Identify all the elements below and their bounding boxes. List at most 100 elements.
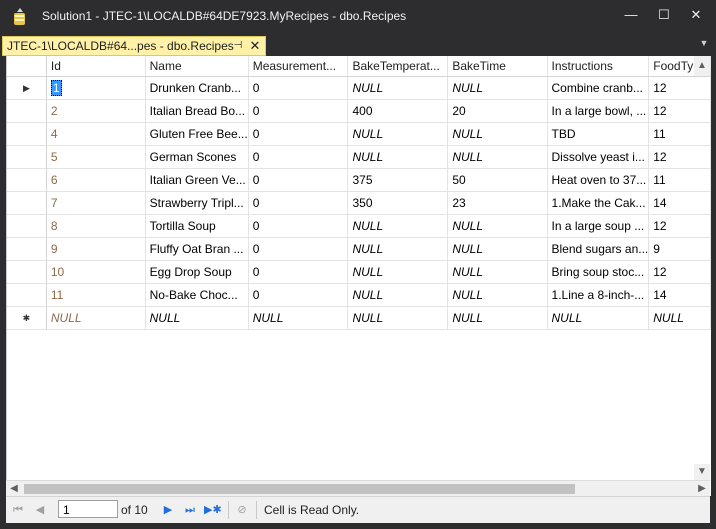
table-row[interactable]: ✱ NULL NULL NULL NULL NULL NULL NULL bbox=[7, 306, 711, 330]
cell-foodtypeid[interactable]: 11 bbox=[648, 122, 711, 146]
scrollbar-thumb[interactable] bbox=[24, 484, 575, 494]
cell-measurement[interactable]: 0 bbox=[248, 260, 349, 284]
cell-name[interactable]: No-Bake Choc... bbox=[145, 283, 249, 307]
row-selector[interactable] bbox=[7, 191, 47, 215]
cell-measurement[interactable]: 0 bbox=[248, 99, 349, 123]
new-row-marker[interactable]: ✱ bbox=[7, 306, 47, 330]
cell-measurement[interactable]: 0 bbox=[248, 214, 349, 238]
cell-instructions[interactable]: Blend sugars an... bbox=[547, 237, 650, 261]
cell-baketime[interactable]: 50 bbox=[447, 168, 548, 192]
cell-instructions[interactable]: 1.Make the Cak... bbox=[547, 191, 650, 215]
cell-instructions[interactable]: TBD bbox=[547, 122, 650, 146]
cell-measurement[interactable]: NULL bbox=[248, 306, 349, 330]
last-record-icon[interactable]: ⏭ bbox=[182, 502, 198, 518]
scroll-down-icon[interactable]: ▼ bbox=[694, 464, 710, 480]
column-header-id[interactable]: Id bbox=[46, 56, 146, 77]
cell-baketime[interactable]: NULL bbox=[447, 283, 548, 307]
column-header-name[interactable]: Name bbox=[145, 56, 249, 77]
cell-name[interactable]: NULL bbox=[145, 306, 249, 330]
cell-baketime[interactable]: NULL bbox=[447, 122, 548, 146]
previous-record-icon[interactable]: ◀ bbox=[32, 502, 48, 518]
cell-baketime[interactable]: NULL bbox=[447, 76, 548, 100]
cell-name[interactable]: Egg Drop Soup bbox=[145, 260, 249, 284]
table-row[interactable]: 5 German Scones 0 NULL NULL Dissolve yeast i.… bbox=[7, 145, 711, 169]
cell-measurement[interactable]: 0 bbox=[248, 168, 349, 192]
scroll-right-icon[interactable]: ▶ bbox=[694, 481, 710, 497]
scroll-up-icon[interactable]: ▲ bbox=[694, 56, 710, 76]
cell-id[interactable]: 5 bbox=[46, 145, 146, 169]
row-selector[interactable] bbox=[7, 122, 47, 146]
column-header-baketime[interactable]: BakeTime bbox=[447, 56, 548, 77]
first-record-icon[interactable]: ⏮ bbox=[10, 502, 26, 518]
cell-baketemperature[interactable]: NULL bbox=[347, 76, 449, 100]
table-row[interactable]: 10 Egg Drop Soup 0 NULL NULL Bring soup stoc.… bbox=[7, 260, 711, 284]
cell-name[interactable]: Tortilla Soup bbox=[145, 214, 249, 238]
close-window-button[interactable]: ✕ bbox=[684, 4, 708, 26]
cell-baketemperature[interactable]: 375 bbox=[347, 168, 449, 192]
pin-icon[interactable]: ⊣ bbox=[231, 37, 245, 55]
cell-foodtypeid[interactable]: NULL bbox=[648, 306, 711, 330]
new-record-icon[interactable]: ▶✱ bbox=[204, 502, 222, 518]
cell-baketemperature[interactable]: NULL bbox=[347, 214, 449, 238]
table-row[interactable]: 2 Italian Bread Bo... 0 400 20 In a large bow… bbox=[7, 99, 711, 123]
cell-baketime[interactable]: NULL bbox=[447, 237, 548, 261]
cell-id[interactable]: 6 bbox=[46, 168, 146, 192]
column-header-baketemperature[interactable]: BakeTemperat... bbox=[347, 56, 449, 77]
cell-baketime[interactable]: 20 bbox=[447, 99, 548, 123]
corner-header[interactable] bbox=[7, 56, 47, 77]
cell-instructions[interactable]: In a large bowl, ... bbox=[547, 99, 650, 123]
cell-id[interactable]: 10 bbox=[46, 260, 146, 284]
cell-baketemperature[interactable]: NULL bbox=[347, 122, 449, 146]
cell-name[interactable]: Italian Green Ve... bbox=[145, 168, 249, 192]
cell-measurement[interactable]: 0 bbox=[248, 145, 349, 169]
row-selector[interactable] bbox=[7, 237, 47, 261]
cell-baketime[interactable]: NULL bbox=[447, 306, 548, 330]
table-row[interactable]: 11 No-Bake Choc... 0 NULL NULL 1.Line a 8-inc… bbox=[7, 283, 711, 307]
cell-name[interactable]: Strawberry Tripl... bbox=[145, 191, 249, 215]
minimize-button[interactable]: — bbox=[619, 4, 643, 26]
cell-baketime[interactable]: NULL bbox=[447, 145, 548, 169]
cell-instructions[interactable]: Heat oven to 37... bbox=[547, 168, 650, 192]
cell-baketemperature[interactable]: NULL bbox=[347, 145, 449, 169]
cell-foodtypeid[interactable]: 12 bbox=[648, 99, 711, 123]
cell-id[interactable]: 9 bbox=[46, 237, 146, 261]
cell-foodtypeid[interactable]: 14 bbox=[648, 283, 711, 307]
cell-id[interactable]: 11 bbox=[46, 283, 146, 307]
cell-baketemperature[interactable]: NULL bbox=[347, 306, 449, 330]
cell-id[interactable]: 1 bbox=[46, 76, 146, 100]
cell-foodtypeid[interactable]: 11 bbox=[648, 168, 711, 192]
cell-name[interactable]: Drunken Cranb... bbox=[145, 76, 249, 100]
column-header-measurement[interactable]: Measurement... bbox=[248, 56, 349, 77]
cell-instructions[interactable]: NULL bbox=[547, 306, 650, 330]
current-record-input[interactable]: 1 bbox=[58, 500, 118, 518]
cell-foodtypeid[interactable]: 12 bbox=[648, 76, 711, 100]
cell-measurement[interactable]: 0 bbox=[248, 237, 349, 261]
cell-foodtypeid[interactable]: 9 bbox=[648, 237, 711, 261]
results-grid[interactable]: Id Name Measurement... BakeTemperat... B… bbox=[6, 56, 711, 496]
table-row[interactable]: 6 Italian Green Ve... 0 375 50 Heat oven to 3… bbox=[7, 168, 711, 192]
tab-recipes[interactable]: JTEC-1\LOCALDB#64...pes - dbo.Recipes ⊣ … bbox=[2, 36, 266, 56]
cell-baketemperature[interactable]: NULL bbox=[347, 237, 449, 261]
cell-baketime[interactable]: 23 bbox=[447, 191, 548, 215]
row-selector[interactable] bbox=[7, 99, 47, 123]
row-selector[interactable] bbox=[7, 214, 47, 238]
row-selector[interactable] bbox=[7, 283, 47, 307]
cell-id[interactable]: 4 bbox=[46, 122, 146, 146]
cell-id[interactable]: NULL bbox=[46, 306, 146, 330]
table-row[interactable]: 8 Tortilla Soup 0 NULL NULL In a large soup .… bbox=[7, 214, 711, 238]
cell-foodtypeid[interactable]: 12 bbox=[648, 260, 711, 284]
cell-baketime[interactable]: NULL bbox=[447, 214, 548, 238]
cell-baketime[interactable]: NULL bbox=[447, 260, 548, 284]
cell-measurement[interactable]: 0 bbox=[248, 76, 349, 100]
cell-id[interactable]: 2 bbox=[46, 99, 146, 123]
cell-foodtypeid[interactable]: 14 bbox=[648, 191, 711, 215]
cell-id[interactable]: 8 bbox=[46, 214, 146, 238]
stop-icon[interactable]: ⊘ bbox=[234, 502, 250, 518]
column-header-instructions[interactable]: Instructions bbox=[547, 56, 650, 77]
table-row[interactable]: 9 Fluffy Oat Bran ... 0 NULL NULL Blend sugar… bbox=[7, 237, 711, 261]
next-record-icon[interactable]: ▶ bbox=[160, 502, 176, 518]
cell-id[interactable]: 7 bbox=[46, 191, 146, 215]
cell-baketemperature[interactable]: NULL bbox=[347, 283, 449, 307]
row-selector[interactable] bbox=[7, 260, 47, 284]
cell-name[interactable]: Fluffy Oat Bran ... bbox=[145, 237, 249, 261]
